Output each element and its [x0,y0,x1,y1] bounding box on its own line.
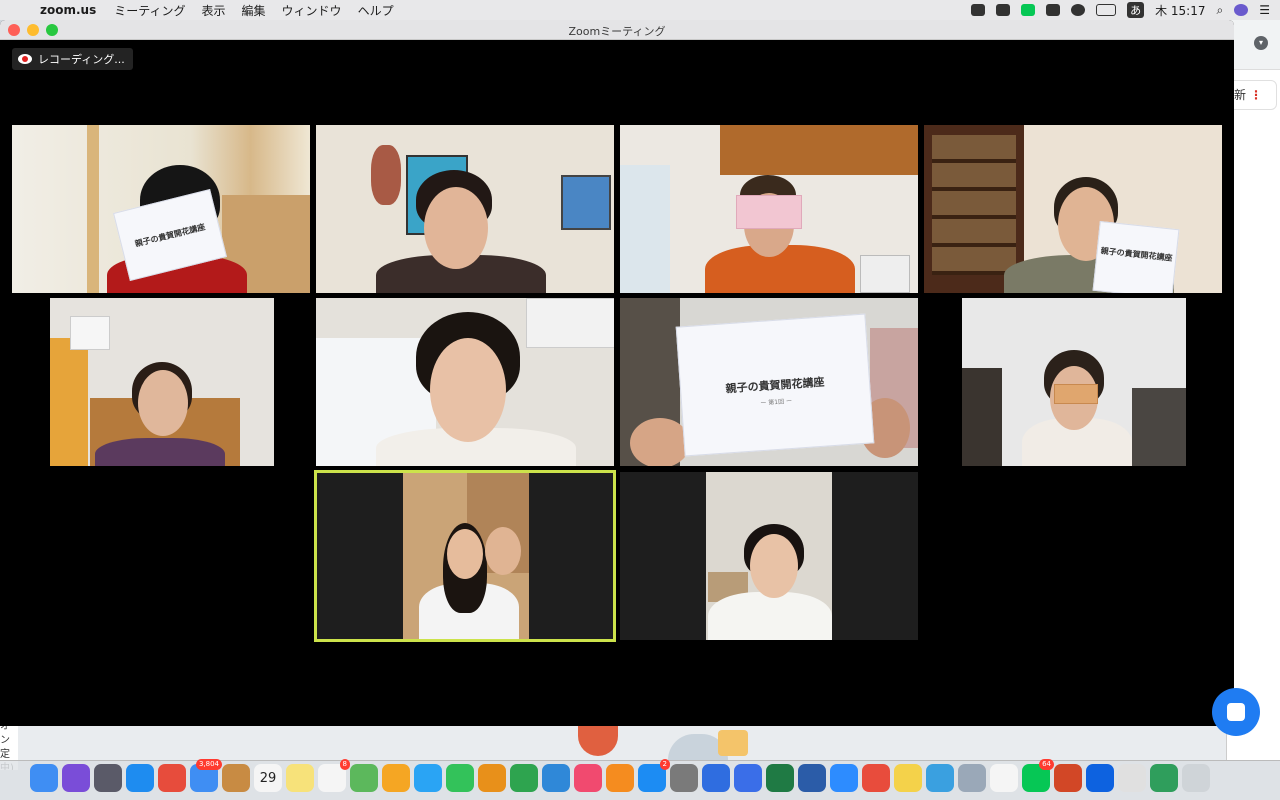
mac-menubar: zoom.us ミーティング 表示 編集 ウィンドウ ヘルプ あ 木 15:17… [0,0,1280,20]
dock-line-icon[interactable]: 64 [1022,759,1054,792]
booklet-card: 親子の貴賀開花講座 ー 第1回 ー [675,313,875,457]
video-tile-2[interactable] [316,125,614,293]
dock-books-icon[interactable] [606,764,634,792]
dock-reminders-icon[interactable]: 8 [318,759,350,792]
dock-system-preferences-icon[interactable] [670,764,698,792]
recording-cloud-icon [18,54,32,64]
menu-meeting[interactable]: ミーティング [114,2,185,19]
dock-trash-icon[interactable] [1182,764,1210,792]
dock-messages-icon[interactable] [414,764,442,792]
more-icon[interactable]: ⋮ [1250,88,1262,102]
dropdown-icon[interactable]: ▾ [1254,36,1268,50]
notification-center-icon[interactable]: ☰ [1259,3,1270,17]
dock-numbers-icon[interactable] [510,764,538,792]
recording-indicator[interactable]: レコーディング... [12,48,133,70]
dock-network-icon[interactable] [926,764,954,792]
menu-view[interactable]: 表示 [202,2,226,19]
dock-image-capture-icon[interactable] [958,764,986,792]
line-icon[interactable] [1021,4,1036,16]
siri-icon[interactable] [1234,4,1249,16]
zoom-status-icon[interactable] [971,4,986,16]
recording-label: レコーディング... [38,53,125,66]
phone-card [1054,384,1098,404]
dock-calendar-icon[interactable]: 29 [254,764,282,792]
dock-numbers-doc-icon[interactable] [1150,764,1178,792]
browser-toolbar: ▾ [1227,20,1280,70]
zoom-meeting-window: Zoomミーティング レコーディング... 親子の貴賀開花講座 親子の貴賀開花講… [0,20,1234,726]
video-tile-6[interactable] [316,298,614,466]
video-tile-3[interactable] [620,125,918,293]
dock-chrome-icon[interactable] [158,764,186,792]
cloud-icon[interactable] [1046,4,1061,16]
menu-window[interactable]: ウィンドウ [282,2,342,19]
chat-fab-button[interactable] [1212,688,1260,736]
dock-app-store-icon[interactable]: 2 [638,759,670,792]
dock-pages-icon[interactable] [478,764,506,792]
video-tile-7[interactable]: 親子の貴賀開花講座 ー 第1回 ー [620,298,918,466]
video-tile-8[interactable] [962,298,1186,466]
dock-photos-icon[interactable] [382,764,410,792]
spotlight-search-icon[interactable]: ⌕ [1217,3,1224,18]
new-button[interactable]: 新 ⋮ [1227,80,1277,110]
dock-zoom-icon[interactable] [830,764,858,792]
dock-text-editor-icon[interactable] [990,764,1018,792]
dock-badge: 2 [659,759,670,770]
phone-card [736,195,802,229]
video-tile-4[interactable]: 親子の貴賀開花講座 [924,125,1222,293]
menu-edit[interactable]: 編集 [242,2,266,19]
video-tile-active-speaker[interactable] [314,470,616,642]
dock-word-icon[interactable] [798,764,826,792]
battery-icon[interactable] [1096,4,1117,16]
dock-keynote-icon[interactable] [542,764,570,792]
background-browser-window: ▾ 新 ⋮ [1226,20,1280,760]
dock-music-icon[interactable] [574,764,602,792]
dropbox-icon[interactable] [996,4,1011,16]
wifi-icon[interactable] [1071,4,1086,16]
dock-excel-icon[interactable] [766,764,794,792]
dock-badge: 3,804 [195,759,222,770]
input-method-indicator[interactable]: あ [1127,2,1145,18]
video-tile-10[interactable] [620,472,918,640]
dock-maps-icon[interactable] [350,764,378,792]
app-menu[interactable]: zoom.us [40,3,96,17]
dock-launchpad-icon[interactable] [94,764,122,792]
dock-powerpoint-icon[interactable] [1054,764,1082,792]
dock-zoom-contacts-icon[interactable] [734,764,762,792]
dock-zoom-share-icon[interactable] [702,764,730,792]
dock-preview-icon[interactable]: 3,804 [190,759,222,792]
dock-siri-icon[interactable] [62,764,90,792]
dock-facetime-icon[interactable] [446,764,474,792]
booklet-card: 親子の貴賀開花講座 [1092,221,1180,293]
background-illustration [18,726,1226,760]
dock-badge: 8 [339,759,350,770]
clock[interactable]: 木 15:17 [1155,2,1205,19]
window-titlebar: Zoomミーティング [0,20,1234,40]
dock-finder-icon[interactable] [30,764,58,792]
dock-contacts-icon[interactable] [222,764,250,792]
dock-keyboard-icon[interactable] [1118,764,1146,792]
window-title: Zoomミーティング [568,25,666,38]
video-tile-5[interactable] [50,298,274,466]
dock-dropbox-icon[interactable] [1086,764,1114,792]
menu-help[interactable]: ヘルプ [358,2,394,19]
dock-badge: 64 [1039,759,1054,770]
dock-stickies-icon[interactable] [894,764,922,792]
dock-line-store-icon[interactable] [862,764,890,792]
video-tile-1[interactable]: 親子の貴賀開花講座 [12,125,310,293]
dock-icons: 3,804 29 8 2 64 [30,759,1210,796]
dock-safari-icon[interactable] [126,764,154,792]
dock-notes-icon[interactable] [286,764,314,792]
